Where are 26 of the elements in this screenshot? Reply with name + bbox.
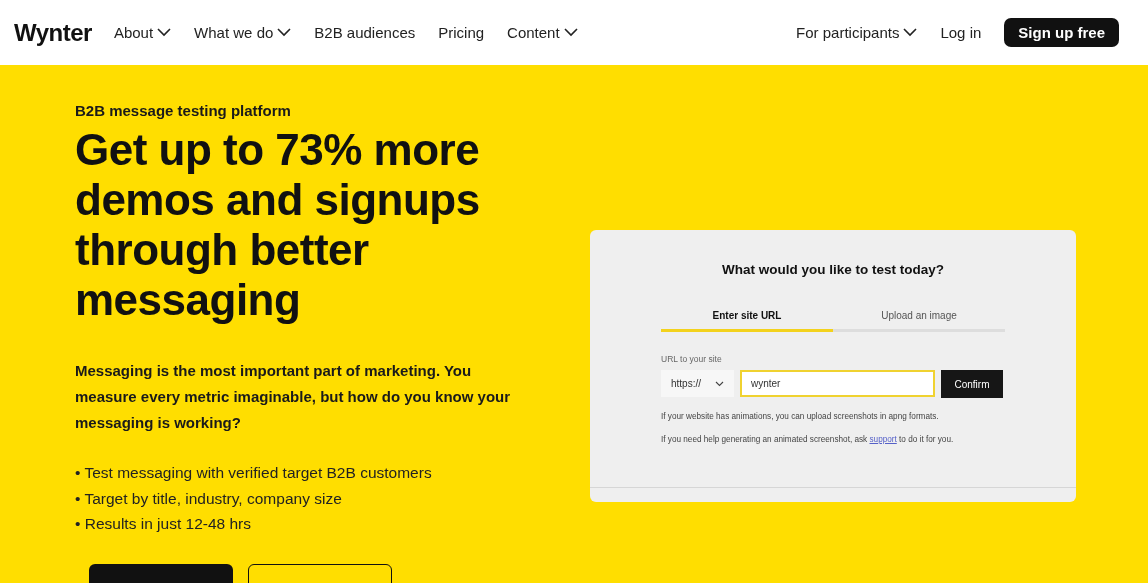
nav-link[interactable]: B2B audiences bbox=[314, 24, 416, 41]
nav-link[interactable]: Content bbox=[507, 24, 578, 41]
help-note: If you need help generating an animated screenshot, ask support to do it for you. bbox=[661, 435, 955, 444]
nav-link[interactable]: Pricing bbox=[438, 24, 485, 41]
chevron-down-icon bbox=[715, 380, 724, 387]
support-link[interactable]: support bbox=[869, 435, 897, 444]
nav-link[interactable]: For participants bbox=[796, 24, 918, 41]
feature-bullet: • Target by title, industry, company size bbox=[75, 488, 343, 509]
feature-bullet: • Results in just 12-48 hrs bbox=[75, 514, 252, 534]
card-tab[interactable]: Enter site URL bbox=[661, 310, 833, 332]
confirm-button[interactable]: Confirm bbox=[941, 370, 1003, 398]
url-input-field[interactable]: wynter bbox=[740, 370, 935, 397]
field-label: URL to your site bbox=[661, 354, 723, 364]
nav-link[interactable]: Log in bbox=[940, 24, 982, 41]
card-title: What would you like to test today? bbox=[722, 262, 944, 277]
hero-headline: Get up to 73% more demos and signups through better messaging bbox=[75, 125, 481, 325]
eyebrow-text: B2B message testing platform bbox=[75, 102, 292, 119]
nav-link[interactable]: What we do bbox=[194, 24, 292, 41]
wynter-logo[interactable]: Wynter bbox=[14, 18, 92, 47]
card-tab[interactable]: Upload an image bbox=[833, 310, 1005, 332]
hero-lead-text: Messaging is the most important part of marketing. You measure every metric imaginable, but how do you know your messaging is working? bbox=[75, 361, 512, 433]
protocol-select[interactable]: https:// bbox=[661, 370, 734, 397]
feature-bullet: • Test messaging with verified target B2B customers bbox=[75, 463, 433, 483]
animation-note: If your website has animations, you can upload screenshots in apng formats. bbox=[661, 412, 940, 421]
sign-up-button[interactable]: Sign up free bbox=[1004, 18, 1119, 47]
nav-link[interactable]: About bbox=[113, 24, 172, 41]
